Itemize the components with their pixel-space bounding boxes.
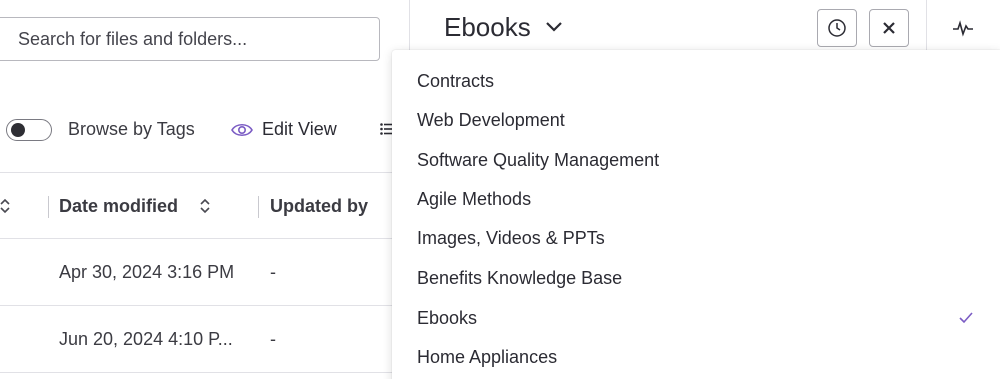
column-header-date-modified[interactable]: Date modified [59, 196, 178, 217]
panel-title[interactable]: Ebooks [444, 12, 531, 43]
browse-by-tags-label: Browse by Tags [68, 119, 195, 139]
column-separator [48, 196, 49, 218]
sort-icon[interactable] [0, 196, 12, 216]
check-icon [959, 312, 973, 324]
cell-date-modified: Jun 20, 2024 4:10 P... [59, 329, 233, 349]
dropdown-item[interactable]: Images, Videos & PPTs [417, 228, 605, 249]
close-button[interactable] [869, 9, 909, 47]
edit-view-button[interactable]: Edit View [262, 119, 337, 140]
dropdown-item[interactable]: Home Appliances [417, 347, 557, 368]
clock-icon [828, 19, 846, 37]
cell-date-modified: Apr 30, 2024 3:16 PM [59, 262, 235, 282]
search-placeholder: Search for files and folders... [18, 28, 248, 49]
dropdown-item[interactable]: Contracts [417, 71, 494, 92]
panel-separator [409, 0, 410, 50]
chevron-down-icon[interactable] [545, 20, 563, 34]
dropdown-item[interactable]: Software Quality Management [417, 150, 659, 171]
cell-updated-by: - [270, 262, 276, 282]
dropdown-item-selected[interactable]: Ebooks [417, 308, 477, 329]
header-divider [0, 238, 392, 239]
row-divider [0, 305, 392, 306]
toolbar-divider [0, 172, 392, 173]
cell-updated-by: - [270, 329, 276, 349]
dropdown-item[interactable]: Web Development [417, 110, 565, 131]
dropdown-item[interactable]: Benefits Knowledge Base [417, 268, 622, 289]
search-input[interactable]: Search for files and folders... [0, 17, 380, 61]
browse-by-tags-toggle[interactable] [6, 119, 52, 141]
row-divider [0, 372, 392, 373]
history-button[interactable] [817, 9, 857, 47]
activity-icon[interactable] [952, 18, 974, 38]
app-root: Search for files and folders... Browse b… [0, 0, 1000, 379]
close-icon [883, 22, 895, 34]
sort-icon[interactable] [198, 196, 212, 216]
column-separator [258, 196, 259, 218]
dropdown-item[interactable]: Agile Methods [417, 189, 531, 210]
toggle-knob [11, 123, 25, 137]
panel-separator [926, 0, 927, 50]
eye-icon[interactable] [230, 120, 254, 140]
collection-dropdown: Contracts Web Development Software Quali… [392, 50, 1000, 379]
column-header-updated-by[interactable]: Updated by [270, 196, 368, 217]
